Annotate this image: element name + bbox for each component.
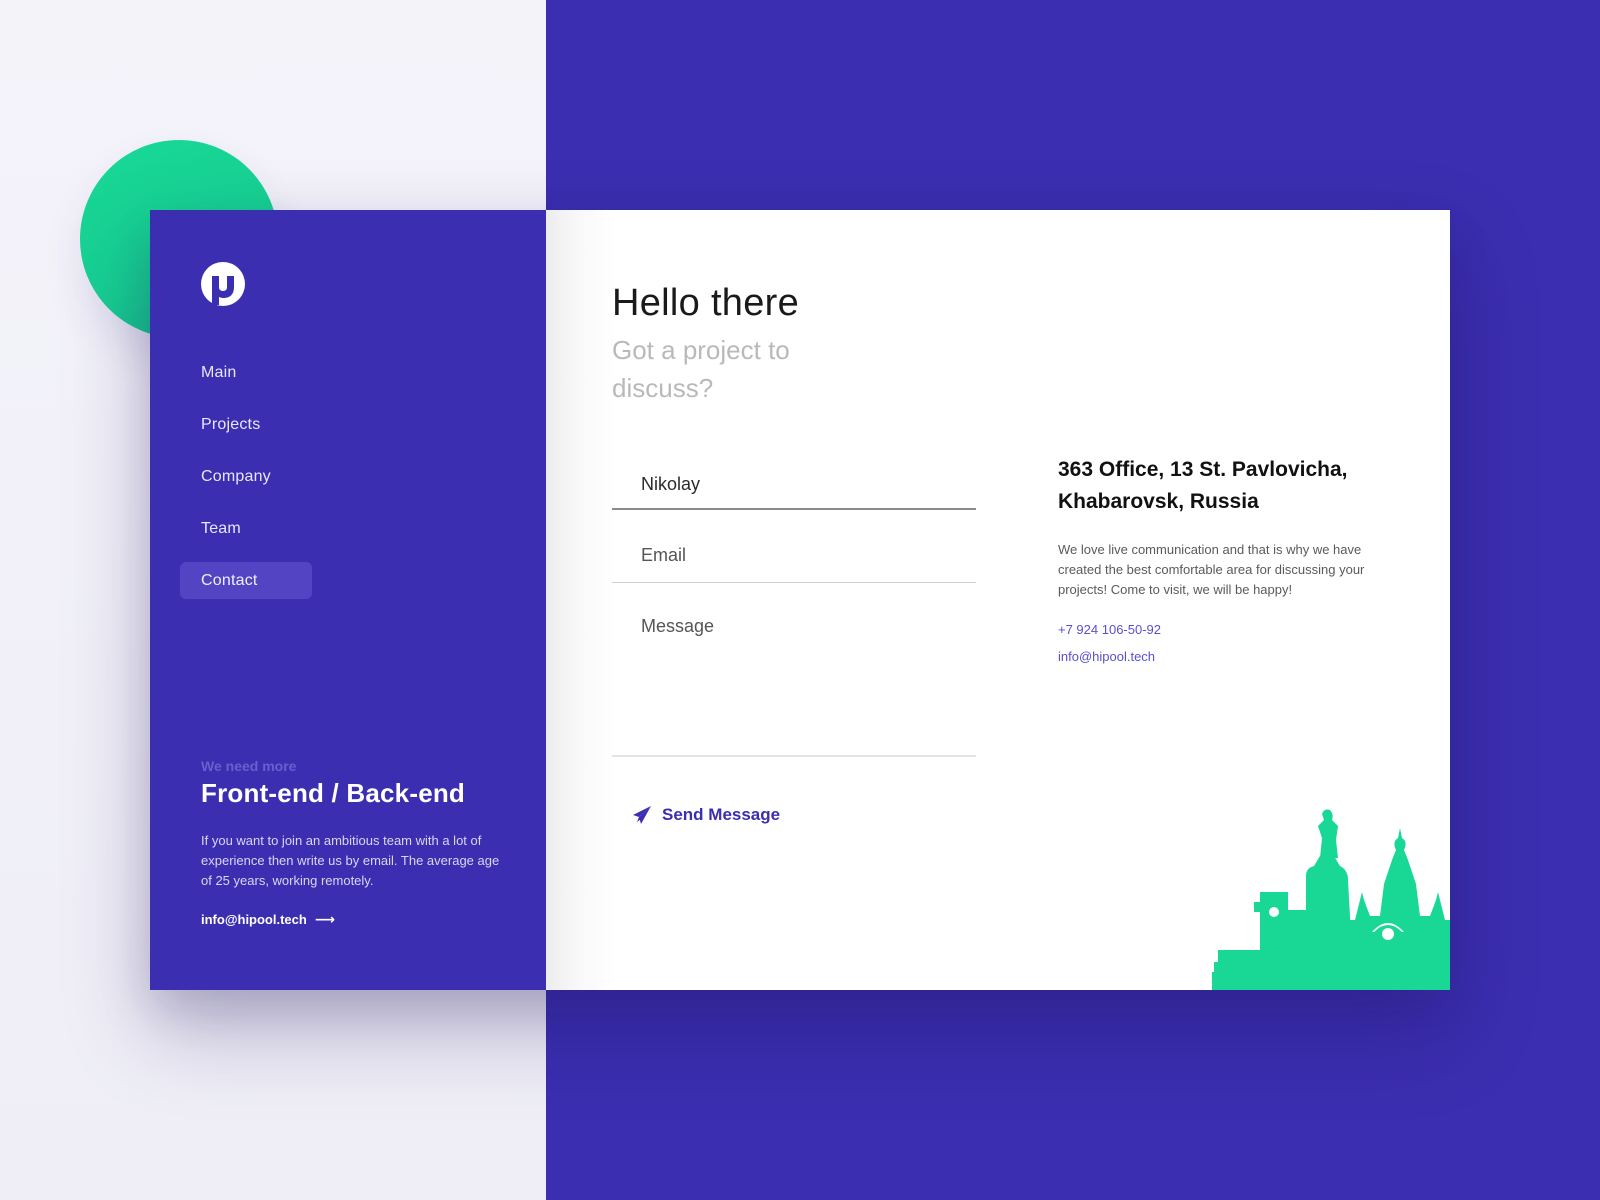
hiring-body: If you want to join an ambitious team wi… — [201, 833, 500, 888]
nav-item-main[interactable]: Main — [180, 354, 312, 391]
contact-info: 363 Office, 13 St. Pavlovicha, Khabarovs… — [1058, 454, 1398, 664]
message-input[interactable] — [641, 616, 961, 746]
contact-form: Send Message — [612, 450, 976, 824]
nav-item-company[interactable]: Company — [180, 458, 312, 495]
contact-card: Hello there Got a project to discuss? Se… — [546, 210, 1450, 990]
arrow-right-icon: ⟶ — [314, 911, 335, 927]
nav-item-contact[interactable]: Contact — [180, 562, 312, 599]
hiring-email-text: info@hipool.tech — [201, 912, 307, 927]
sidebar: Main Projects Company Team Contact We ne… — [150, 210, 546, 990]
hiring-email-link[interactable]: info@hipool.tech ⟶ — [201, 911, 335, 928]
hiring-title: Front-end / Back-end — [201, 778, 466, 808]
phone-link[interactable]: +7 924 106-50-92 — [1058, 622, 1398, 637]
hiring-block: We need more Front-end / Back-end If you… — [201, 758, 501, 929]
send-message-button[interactable]: Send Message — [632, 805, 780, 825]
greeting: Hello there Got a project to discuss? — [612, 282, 832, 407]
paper-plane-icon — [633, 806, 651, 824]
name-input[interactable] — [641, 474, 961, 495]
contact-description: We love live communication and that is w… — [1058, 542, 1365, 597]
hiring-eyebrow: We need more — [201, 758, 297, 774]
email-link[interactable]: info@hipool.tech — [1058, 649, 1398, 664]
main-nav: Main Projects Company Team Contact — [180, 354, 480, 614]
page-subtitle: Got a project to discuss? — [612, 335, 790, 403]
message-field — [612, 583, 976, 757]
page-title: Hello there — [612, 282, 800, 324]
logo-icon[interactable] — [201, 262, 245, 306]
nav-item-projects[interactable]: Projects — [180, 406, 312, 443]
email-input[interactable] — [641, 545, 961, 566]
name-field — [612, 450, 976, 510]
city-skyline-illustration — [1212, 809, 1450, 990]
email-field — [612, 510, 976, 583]
nav-item-team[interactable]: Team — [180, 510, 312, 547]
office-address: 363 Office, 13 St. Pavlovicha, Khabarovs… — [1058, 458, 1348, 513]
send-message-label: Send Message — [662, 805, 781, 824]
